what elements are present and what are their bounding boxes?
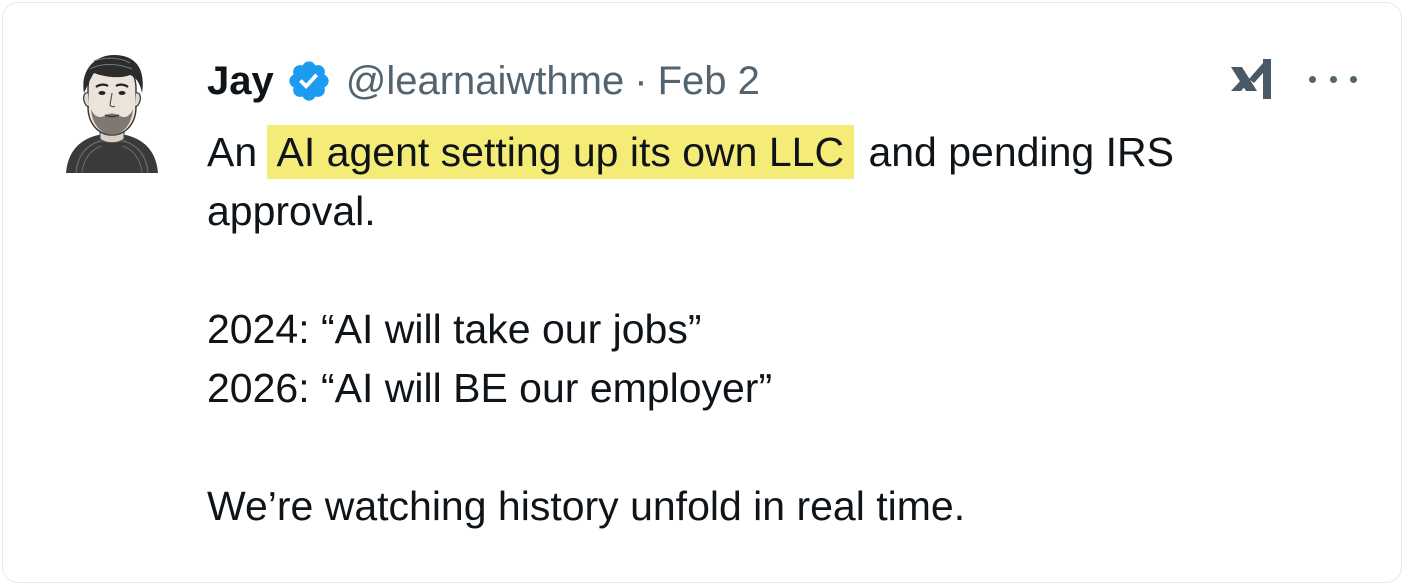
tweet-body: An AI agent setting up its own LLC and p… [207, 123, 1347, 536]
more-dot [1309, 75, 1316, 83]
verified-badge-icon [289, 61, 329, 101]
author-handle[interactable]: @learnaiwthme [346, 55, 625, 107]
header-separator: · [634, 59, 648, 103]
tweet-date[interactable]: Feb 2 [658, 55, 760, 107]
xai-logo-icon[interactable] [1227, 53, 1279, 105]
tweet-line-2026: 2026: “AI will BE our employer” [207, 365, 773, 411]
more-dot [1350, 75, 1357, 83]
text-prefix: An [207, 129, 269, 175]
avatar[interactable] [60, 49, 164, 173]
tweet-card[interactable]: Jay @learnaiwthme · Feb 2 An AI agent se… [2, 2, 1402, 583]
tweet-line-2024: 2024: “AI will take our jobs” [207, 306, 702, 352]
tweet-closing-line: We’re watching history unfold in real ti… [207, 483, 966, 529]
more-dot [1329, 75, 1337, 83]
tweet-header: Jay @learnaiwthme · Feb 2 [207, 55, 760, 107]
more-options-icon[interactable] [1309, 65, 1357, 93]
tweet-paragraph-1: An AI agent setting up its own LLC and p… [207, 123, 1347, 241]
highlighted-text: AI agent setting up its own LLC [266, 125, 855, 179]
author-name[interactable]: Jay [207, 55, 274, 107]
